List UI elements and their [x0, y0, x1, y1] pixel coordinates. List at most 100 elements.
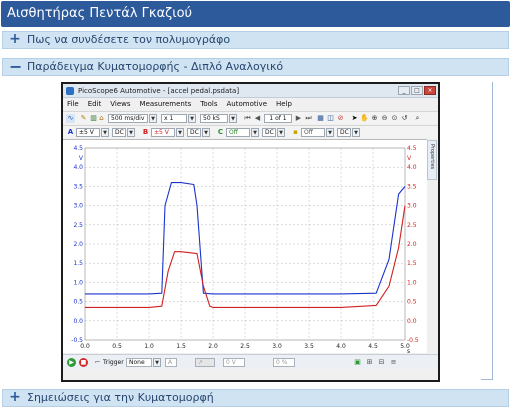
y-tick-label-left: 4.0	[73, 164, 83, 171]
chevron-down-icon[interactable]: ▼	[202, 128, 210, 137]
stop-button[interactable]: ■	[79, 358, 88, 367]
wand-icon[interactable]: ✎	[79, 114, 88, 123]
zoom-in-icon[interactable]: ⊕	[370, 114, 379, 123]
y-tick-label-right: 4.0	[407, 164, 417, 171]
chevron-down-icon[interactable]: ▼	[352, 128, 360, 137]
channel-a-range-select[interactable]: ±5 V	[76, 128, 100, 137]
next-buffer-icon[interactable]: ▶	[294, 114, 303, 123]
chevron-down-icon[interactable]: ▼	[188, 114, 196, 123]
menu-views[interactable]: Views	[110, 99, 130, 110]
y-tick-label-left: 0.5	[73, 299, 83, 306]
y-tick-label-right: 1.5	[407, 260, 417, 267]
zoom-previous-icon[interactable]: ↺	[400, 114, 409, 123]
hand-icon[interactable]: ✋	[360, 114, 369, 123]
trigger-label: Trigger	[103, 359, 124, 366]
chevron-down-icon[interactable]: ▼	[127, 128, 135, 137]
chevron-down-icon[interactable]: ▼	[229, 114, 237, 123]
channel-d-range-select[interactable]: Off	[301, 128, 325, 137]
y-tick-label-left: 0.0	[73, 318, 83, 325]
chevron-down-icon[interactable]: ▼	[101, 128, 109, 137]
y-tick-label-right: 0.5	[407, 299, 417, 306]
notes-icon[interactable]: ≡	[389, 358, 398, 367]
waveform-chart: 0.0 0.5 1.0 1.5 2.0 2.5 3.0 3.5 4.0 4.5 5.0-0.5 -0.…	[71, 145, 419, 355]
minimize-button[interactable]: _	[398, 86, 410, 95]
trigger-threshold-field[interactable]: 0 V	[223, 358, 245, 367]
page-title: Αισθητήρας Πεντάλ Γκαζιού	[1, 1, 510, 27]
y-tick-label-left: 2.0	[73, 241, 83, 248]
menu-edit[interactable]: Edit	[88, 99, 102, 110]
properties-tab[interactable]: Properties	[427, 140, 437, 180]
x-tick-label: 2.5	[240, 343, 250, 350]
channel-a-coupling-select[interactable]: DC	[112, 128, 126, 137]
menu-file[interactable]: File	[67, 99, 79, 110]
y-axis-unit-right: V	[407, 155, 412, 162]
chevron-down-icon[interactable]: ▼	[153, 358, 161, 367]
run-button[interactable]: ▶	[67, 358, 76, 367]
channel-b-icon[interactable]: B	[141, 128, 150, 137]
x-tick-label: 1.0	[144, 343, 154, 350]
trigger-direction-select[interactable]: ↗	[195, 358, 215, 367]
magnify-icon[interactable]: ⌕	[413, 114, 422, 123]
y-tick-label-right: 2.0	[407, 241, 417, 248]
channel-d-icon[interactable]: ▪	[291, 128, 300, 137]
chevron-down-icon[interactable]: ▼	[326, 128, 334, 137]
channel-a-icon[interactable]: A	[66, 128, 75, 137]
channel-d-coupling-select[interactable]: DC	[337, 128, 351, 137]
prev-buffer-icon[interactable]: ◀	[253, 114, 262, 123]
y-tick-label-left: 1.0	[73, 279, 83, 286]
menu-automotive[interactable]: Automotive	[227, 99, 268, 110]
expand-icon: +	[9, 31, 21, 47]
y-tick-label-left: 3.0	[73, 203, 83, 210]
channel-b-range-select[interactable]: ±5 V	[151, 128, 175, 137]
channel-b-coupling-select[interactable]: DC	[187, 128, 201, 137]
timebase-select[interactable]: 500 ms/div	[108, 114, 148, 123]
measurement-icon[interactable]: ⊟	[377, 358, 386, 367]
trigger-mode-select[interactable]: None	[126, 358, 152, 367]
zoom-out-icon[interactable]: ⊖	[380, 114, 389, 123]
last-buffer-icon[interactable]: ⏭	[304, 114, 313, 123]
preset-icon[interactable]: ⌂	[97, 114, 106, 123]
window-bottom-strip	[63, 370, 438, 380]
y-tick-label-left: 3.5	[73, 183, 83, 190]
ruler-icon[interactable]: ◫	[326, 114, 335, 123]
maximize-button[interactable]: □	[411, 86, 423, 95]
trigger-source-select[interactable]: A	[165, 358, 177, 367]
menu-help[interactable]: Help	[276, 99, 292, 110]
samples-select[interactable]: 50 kS	[200, 114, 228, 123]
x-tick-label: 1.5	[176, 343, 186, 350]
capture-toolbar: ∿ ✎ ▥ ⌂ 500 ms/div ▼ x 1 ▼ 50 kS ▼ ⏮ ◀ 1…	[63, 111, 438, 124]
ruler-icon[interactable]: ⊞	[365, 358, 374, 367]
channel-c-coupling-select[interactable]: DC	[262, 128, 276, 137]
chevron-down-icon[interactable]: ▼	[277, 128, 285, 137]
menu-tools[interactable]: Tools	[200, 99, 217, 110]
section-waveform-notes[interactable]: + Σημειώσεις για την Κυματομορφή	[2, 389, 509, 407]
status-bar: ▶ ■ ⌐ Trigger None ▼ A ↗ 0 V 0 % ▣ ⊞ ⊟ ≡	[63, 354, 438, 369]
pointer-icon[interactable]: ➤	[350, 114, 359, 123]
scope-view[interactable]: 0.0 0.5 1.0 1.5 2.0 2.5 3.0 3.5 4.0 4.5 5.0 -0.5 -0.…	[63, 139, 427, 355]
chevron-down-icon[interactable]: ▼	[149, 114, 157, 123]
channel-c-icon[interactable]: C	[216, 128, 225, 137]
chevron-down-icon[interactable]: ▼	[251, 128, 259, 137]
x-tick-label: 0.0	[80, 343, 90, 350]
buffer-navigator[interactable]: 1 of 1	[264, 114, 292, 123]
stop-sign-icon[interactable]: ⊘	[336, 114, 345, 123]
channel-toolbar: A ±5 V ▼ DC ▼ B ±5 V ▼ DC ▼ C Off ▼ DC ▼…	[63, 125, 438, 138]
y-tick-label-left: 2.5	[73, 222, 83, 229]
section-waveform-example[interactable]: − Παράδειγμα Κυματομορφής - Διπλό Αναλογ…	[2, 58, 509, 76]
pre-trigger-field[interactable]: 0 %	[273, 358, 295, 367]
play-forward-icon[interactable]: ▣	[353, 358, 362, 367]
close-button[interactable]: ×	[424, 86, 436, 95]
grid-icon[interactable]: ▦	[316, 114, 325, 123]
scope-mode-icon[interactable]: ∿	[66, 114, 75, 123]
first-buffer-icon[interactable]: ⏮	[243, 114, 252, 123]
chevron-down-icon[interactable]: ▼	[176, 128, 184, 137]
channel-c-range-select[interactable]: Off	[226, 128, 250, 137]
zoom-fit-icon[interactable]: ⊙	[390, 114, 399, 123]
content-divider-tick	[481, 379, 493, 380]
y-tick-label-right: 3.0	[407, 203, 417, 210]
y-axis-unit-left: V	[79, 155, 84, 162]
y-tick-label-right: -0.5	[407, 337, 419, 344]
menu-measurements[interactable]: Measurements	[140, 99, 192, 110]
section-connect-multimeter[interactable]: + Πως να συνδέσετε τον πολυμογράφο	[2, 31, 509, 49]
multiplier-select[interactable]: x 1	[161, 114, 187, 123]
